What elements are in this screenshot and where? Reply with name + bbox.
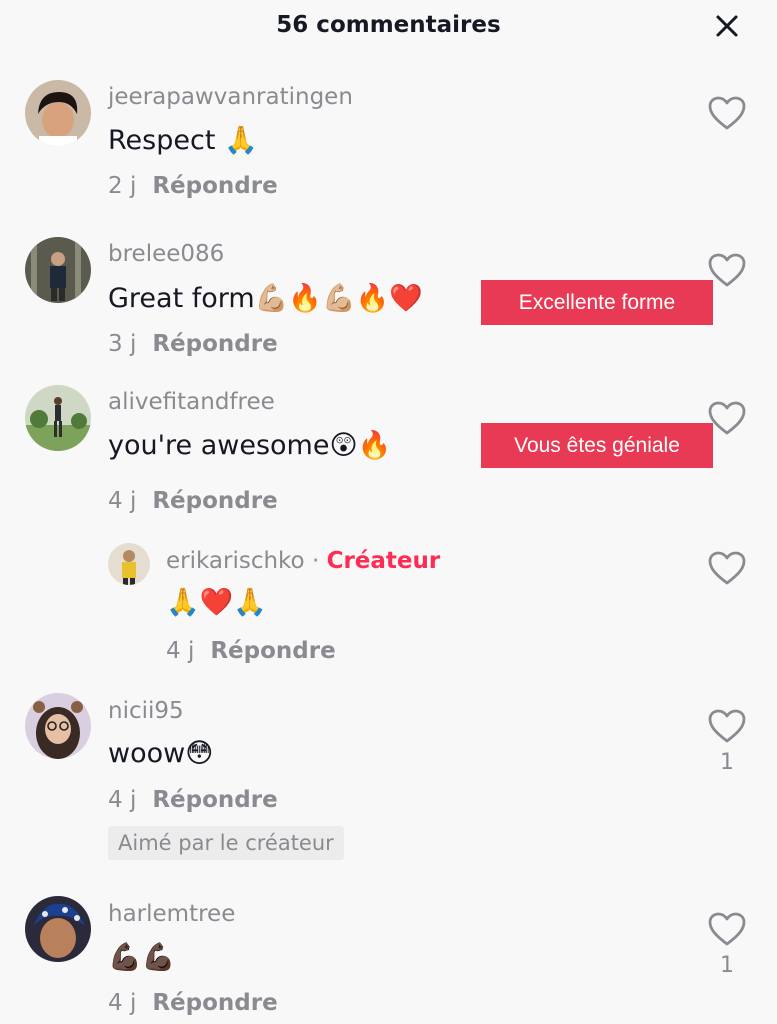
- avatar[interactable]: [25, 237, 91, 303]
- comment-text: 🙏❤️🙏: [166, 587, 267, 618]
- creator-label: Créateur: [326, 548, 441, 574]
- like-button[interactable]: [707, 911, 747, 947]
- reply-username: erikarischko · Créateur: [166, 548, 440, 574]
- reply-button[interactable]: Répondre: [152, 331, 277, 357]
- creator-username[interactable]: erikarischko: [166, 548, 305, 574]
- avatar[interactable]: [25, 693, 91, 759]
- like-count: 1: [720, 750, 734, 775]
- comment-text: Great form💪🏼🔥💪🏼🔥❤️: [108, 283, 423, 314]
- comment-meta: 2 j Répondre: [108, 173, 278, 199]
- avatar[interactable]: [25, 896, 91, 962]
- comment-meta: 4 j Répondre: [166, 638, 336, 664]
- comment-meta: 4 j Répondre: [108, 488, 278, 514]
- heart-outline-icon: [708, 912, 746, 946]
- avatar[interactable]: [25, 80, 91, 146]
- reply-button[interactable]: Répondre: [152, 173, 277, 199]
- comment-username[interactable]: nicii95: [108, 698, 184, 724]
- creator-separator: ·: [311, 548, 320, 574]
- reply-button[interactable]: Répondre: [152, 990, 277, 1016]
- comment-text: Respect 🙏: [108, 125, 258, 156]
- comment-timestamp: 4 j: [166, 638, 195, 664]
- heart-outline-icon: [708, 551, 746, 585]
- comment-timestamp: 4 j: [108, 787, 137, 813]
- reply-button[interactable]: Répondre: [152, 787, 277, 813]
- comments-header: 56 commentaires: [0, 0, 777, 52]
- heart-outline-icon: [708, 709, 746, 743]
- comment-username[interactable]: harlemtree: [108, 901, 235, 927]
- heart-outline-icon: [708, 401, 746, 435]
- comment-meta: 4 j Répondre: [108, 990, 278, 1016]
- close-icon: [716, 15, 738, 37]
- comment-timestamp: 4 j: [108, 990, 137, 1016]
- reply-button[interactable]: Répondre: [210, 638, 335, 664]
- like-button[interactable]: [707, 252, 747, 288]
- reply-button[interactable]: Répondre: [152, 488, 277, 514]
- comment-meta: 4 j Répondre: [108, 787, 278, 813]
- like-button[interactable]: [707, 550, 747, 586]
- comment-text: 💪🏿💪🏿: [108, 942, 176, 973]
- comments-count-title: 56 commentaires: [276, 12, 501, 38]
- heart-outline-icon: [708, 253, 746, 287]
- like-button[interactable]: [707, 95, 747, 131]
- avatar[interactable]: [25, 385, 91, 451]
- liked-by-creator-badge: Aimé par le créateur: [108, 826, 344, 860]
- comment-timestamp: 4 j: [108, 488, 137, 514]
- comment-timestamp: 2 j: [108, 173, 137, 199]
- translation-badge: Vous êtes géniale: [481, 423, 713, 468]
- avatar[interactable]: [108, 543, 150, 585]
- like-button[interactable]: [707, 400, 747, 436]
- heart-outline-icon: [708, 96, 746, 130]
- comment-timestamp: 3 j: [108, 331, 137, 357]
- translation-badge: Excellente forme: [481, 280, 713, 325]
- comment-meta: 3 j Répondre: [108, 331, 278, 357]
- comment-username[interactable]: brelee086: [108, 241, 224, 267]
- like-button[interactable]: [707, 708, 747, 744]
- comment-text: woow😳: [108, 738, 214, 769]
- comment-username[interactable]: alivefitandfree: [108, 389, 275, 415]
- like-count: 1: [720, 953, 734, 978]
- close-button[interactable]: [711, 10, 743, 42]
- comment-username[interactable]: jeerapawvanratingen: [108, 84, 353, 110]
- comment-text: you're awesome😲🔥: [108, 430, 392, 461]
